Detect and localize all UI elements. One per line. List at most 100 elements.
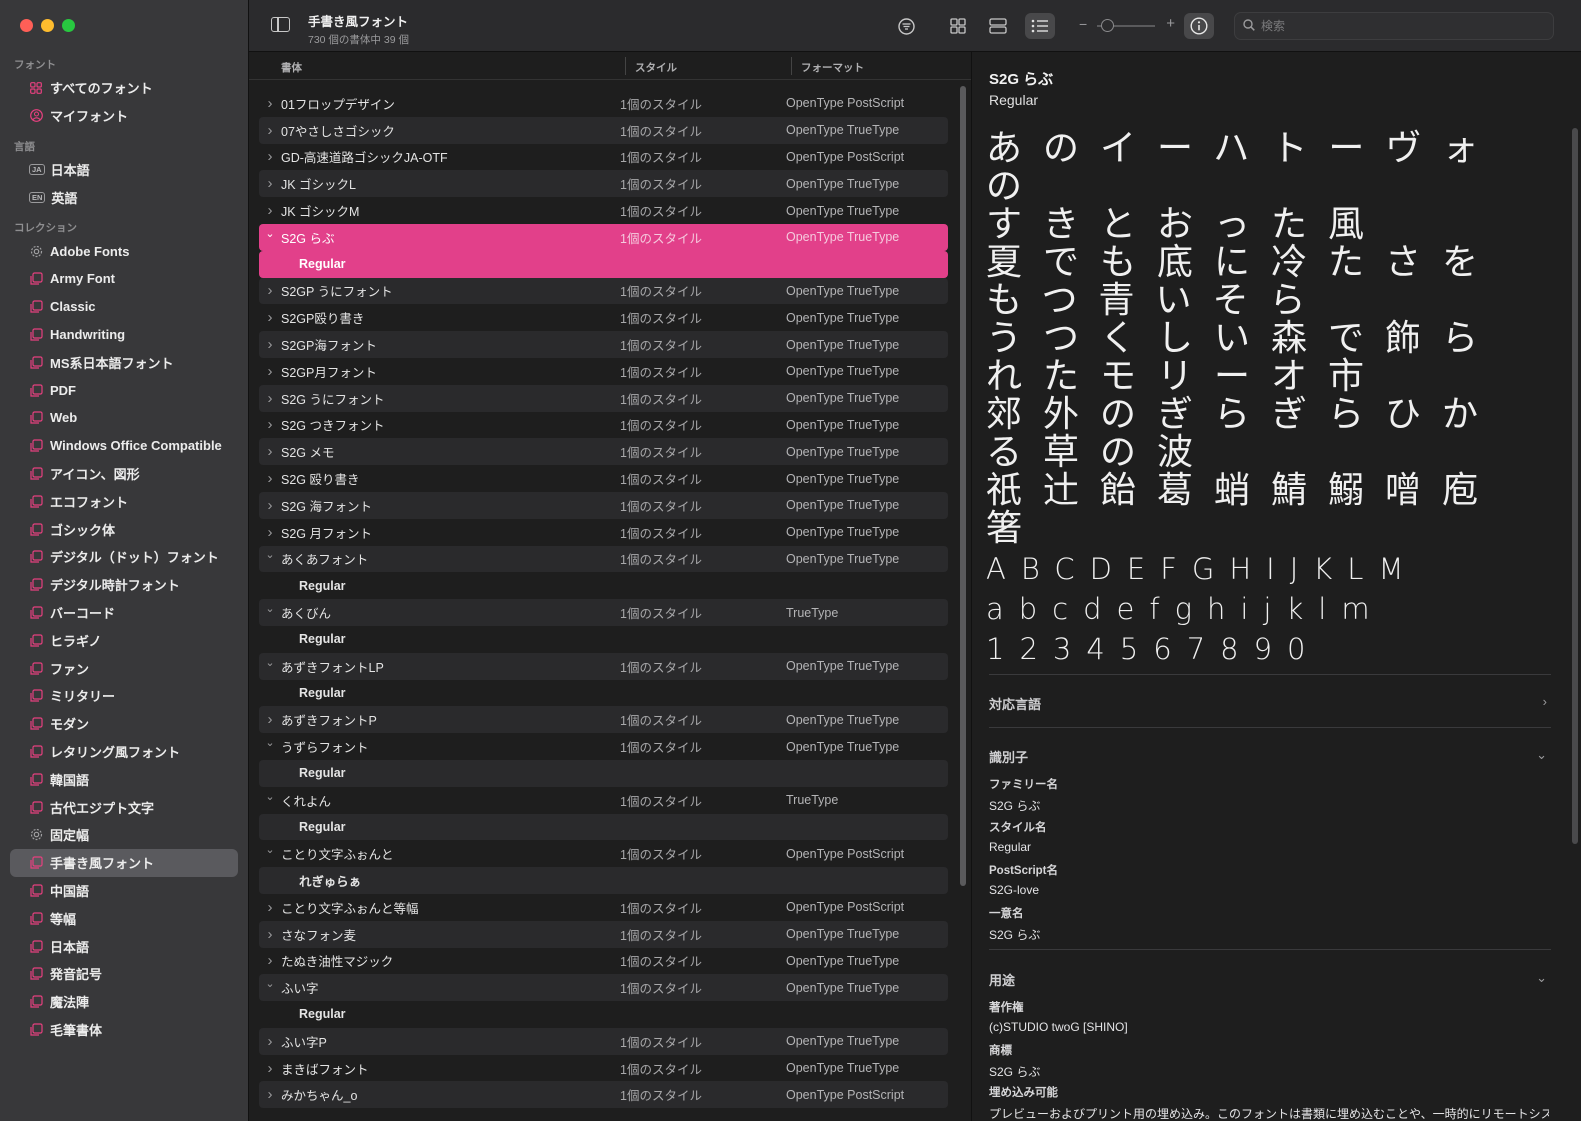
- chevron-right-icon[interactable]: ›: [259, 416, 281, 433]
- chevron-right-icon[interactable]: ›: [259, 175, 281, 192]
- font-family-row[interactable]: › S2G メモ 1個のスタイル OpenType TrueType: [259, 438, 948, 466]
- chevron-right-icon[interactable]: ›: [259, 926, 281, 943]
- chevron-right-icon[interactable]: ›: [259, 443, 281, 460]
- chevron-down-icon[interactable]: ⌄: [259, 656, 281, 669]
- font-family-row[interactable]: › たぬき油性マジック 1個のスタイル OpenType TrueType: [259, 948, 948, 975]
- chevron-right-icon[interactable]: ›: [1543, 694, 1547, 709]
- list-view-icon[interactable]: [1025, 13, 1055, 39]
- font-family-row[interactable]: › GD-高速道路ゴシックJA-OTF 1個のスタイル OpenType PostSc…: [259, 144, 948, 171]
- chevron-right-icon[interactable]: ›: [259, 336, 281, 353]
- preview-scrollbar[interactable]: [1572, 128, 1578, 844]
- chevron-down-icon[interactable]: ⌄: [259, 602, 281, 615]
- sidebar-item[interactable]: JA 日本語: [10, 156, 238, 184]
- sidebar-toggle-icon[interactable]: [271, 17, 290, 32]
- sidebar-item[interactable]: レタリング風フォント: [10, 738, 238, 766]
- font-family-row[interactable]: › S2GP海フォント 1個のスタイル OpenType TrueType: [259, 331, 948, 358]
- strip-view-icon[interactable]: [983, 13, 1013, 39]
- sidebar-item[interactable]: EN 英語: [10, 183, 238, 211]
- sidebar-item[interactable]: 古代エジプト文字: [10, 793, 238, 821]
- font-family-row[interactable]: ⌄ くれよん 1個のスタイル TrueType: [259, 787, 948, 814]
- sidebar-item[interactable]: PDF: [10, 376, 238, 404]
- font-family-row[interactable]: › ふい字P 1個のスタイル OpenType TrueType: [259, 1027, 948, 1055]
- sidebar-item[interactable]: Classic: [10, 293, 238, 321]
- font-family-row[interactable]: › JK ゴシックM 1個のスタイル OpenType TrueType: [259, 197, 948, 224]
- sidebar-item[interactable]: ヒラギノ: [10, 626, 238, 654]
- font-family-row[interactable]: › S2G つきフォント 1個のスタイル OpenType TrueType: [259, 412, 948, 439]
- sidebar-item[interactable]: Web: [10, 404, 238, 432]
- sidebar-item[interactable]: ミリタリー: [10, 682, 238, 710]
- column-format-header[interactable]: フォーマット: [801, 60, 864, 75]
- font-family-row[interactable]: › S2GP月フォント 1個のスタイル OpenType TrueType: [259, 358, 948, 385]
- sidebar-item[interactable]: すべてのフォント: [10, 74, 238, 102]
- sidebar-item[interactable]: 固定幅: [10, 821, 238, 849]
- chevron-right-icon[interactable]: ›: [259, 1060, 281, 1077]
- languages-section[interactable]: 対応言語 ›: [989, 694, 1551, 713]
- sidebar-item[interactable]: Windows Office Compatible: [10, 432, 238, 460]
- chevron-right-icon[interactable]: ›: [259, 899, 281, 916]
- sidebar-item[interactable]: 等幅: [10, 904, 238, 932]
- font-family-row[interactable]: › S2G 海フォント 1個のスタイル OpenType TrueType: [259, 491, 948, 519]
- font-family-row[interactable]: ⌄ あずきフォントLP 1個のスタイル OpenType TrueType: [259, 652, 948, 680]
- chevron-down-icon[interactable]: ⌄: [1536, 970, 1547, 986]
- sidebar-item[interactable]: デジタル時計フォント: [10, 571, 238, 599]
- column-name-header[interactable]: 書体: [281, 60, 302, 75]
- chevron-down-icon[interactable]: ⌄: [259, 790, 281, 803]
- chevron-right-icon[interactable]: ›: [259, 309, 281, 326]
- font-style-row[interactable]: Regular: [259, 813, 948, 841]
- sidebar-item[interactable]: エコフォント: [10, 487, 238, 515]
- sidebar-item[interactable]: バーコード: [10, 599, 238, 627]
- font-style-row[interactable]: Regular: [259, 759, 948, 787]
- font-style-row[interactable]: れぎゅらぁ: [259, 867, 948, 894]
- identifier-section[interactable]: 識別子 ⌄: [989, 747, 1551, 766]
- close-button[interactable]: [20, 19, 33, 32]
- minus-icon[interactable]: −: [1079, 16, 1087, 32]
- font-family-row[interactable]: › S2GP殴り書き 1個のスタイル OpenType TrueType: [259, 304, 948, 331]
- chevron-right-icon[interactable]: ›: [259, 390, 281, 407]
- font-family-row[interactable]: › さなフォン麦 1個のスタイル OpenType TrueType: [259, 920, 948, 948]
- minimize-button[interactable]: [41, 19, 54, 32]
- chevron-right-icon[interactable]: ›: [259, 1033, 281, 1050]
- sidebar-item[interactable]: ファン: [10, 654, 238, 682]
- preview-size-slider[interactable]: − +: [1079, 15, 1175, 36]
- usage-section[interactable]: 用途 ⌄: [989, 970, 1551, 989]
- font-family-row[interactable]: ⌄ あくびん 1個のスタイル TrueType: [259, 599, 948, 626]
- sidebar-item[interactable]: Adobe Fonts: [10, 237, 238, 265]
- font-style-row[interactable]: Regular: [259, 680, 948, 707]
- filter-icon[interactable]: [891, 13, 921, 39]
- font-family-row[interactable]: ⌄ うずらフォント 1個のスタイル OpenType TrueType: [259, 733, 948, 760]
- sidebar-item[interactable]: 手書き風フォント: [10, 848, 238, 877]
- font-family-row[interactable]: ⌄ あくあフォント 1個のスタイル OpenType TrueType: [259, 545, 948, 573]
- sidebar-item[interactable]: ゴシック体: [10, 515, 238, 543]
- chevron-down-icon[interactable]: ⌄: [259, 843, 281, 856]
- font-family-row[interactable]: ⌄ ことり文字ふぉんと 1個のスタイル OpenType PostScript: [259, 840, 948, 867]
- font-family-row[interactable]: › JK ゴシックL 1個のスタイル OpenType TrueType: [259, 170, 948, 198]
- sidebar-item[interactable]: 発音記号: [10, 960, 238, 988]
- chevron-right-icon[interactable]: ›: [259, 363, 281, 380]
- chevron-right-icon[interactable]: ›: [259, 1086, 281, 1103]
- sidebar-item[interactable]: 日本語: [10, 932, 238, 960]
- sidebar-item[interactable]: マイフォント: [10, 102, 238, 130]
- font-family-row[interactable]: › まきばフォント 1個のスタイル OpenType TrueType: [259, 1055, 948, 1082]
- chevron-right-icon[interactable]: ›: [259, 470, 281, 487]
- font-family-row[interactable]: › あずきフォントP 1個のスタイル OpenType TrueType: [259, 706, 948, 734]
- chevron-right-icon[interactable]: ›: [259, 711, 281, 728]
- chevron-right-icon[interactable]: ›: [259, 148, 281, 165]
- font-family-row[interactable]: › S2G 月フォント 1個のスタイル OpenType TrueType: [259, 519, 948, 546]
- chevron-right-icon[interactable]: ›: [259, 952, 281, 969]
- sidebar-item[interactable]: Handwriting: [10, 321, 238, 349]
- zoom-button[interactable]: [62, 19, 75, 32]
- column-divider[interactable]: [791, 57, 792, 75]
- sidebar-item[interactable]: 毛筆書体: [10, 1016, 238, 1044]
- font-family-row[interactable]: › S2GP うにフォント 1個のスタイル OpenType TrueType: [259, 277, 948, 305]
- slider-knob[interactable]: [1101, 19, 1114, 32]
- font-style-row[interactable]: Regular: [259, 1001, 948, 1028]
- sidebar-item[interactable]: デジタル（ドット）フォント: [10, 543, 238, 571]
- sidebar-item[interactable]: モダン: [10, 710, 238, 738]
- sidebar-item[interactable]: MS系日本語フォント: [10, 348, 238, 376]
- sidebar-item[interactable]: 中国語: [10, 877, 238, 905]
- sidebar-item[interactable]: 韓国語: [10, 765, 238, 793]
- grid-view-icon[interactable]: [943, 13, 973, 39]
- font-family-row[interactable]: ⌄ ふい字 1個のスタイル OpenType TrueType: [259, 974, 948, 1002]
- chevron-right-icon[interactable]: ›: [259, 122, 281, 139]
- column-divider[interactable]: [625, 57, 626, 75]
